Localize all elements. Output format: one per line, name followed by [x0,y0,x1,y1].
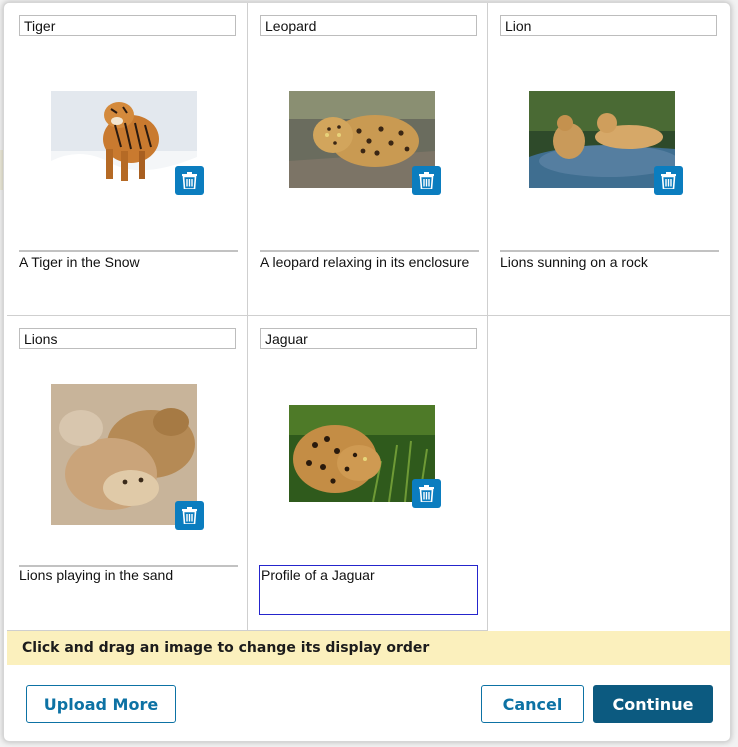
caption-field[interactable]: Profile of a Jaguar [259,565,478,615]
caption-divider [260,250,479,252]
delete-button[interactable] [412,479,441,508]
continue-button[interactable]: Continue [593,685,713,723]
delete-button[interactable] [175,501,204,530]
title-input[interactable] [260,15,477,36]
caption-field[interactable]: A Tiger in the Snow [19,254,238,302]
trash-icon [419,172,434,189]
caption-field[interactable]: Lions playing in the sand [19,567,238,615]
caption-field[interactable]: Lions sunning on a rock [500,254,719,302]
trash-icon [182,507,197,524]
image-grid: A Tiger in the Snow [7,3,730,631]
trash-icon [661,172,676,189]
image-order-dialog: A Tiger in the Snow [3,2,731,742]
title-input[interactable] [19,328,236,349]
title-input[interactable] [500,15,717,36]
title-input[interactable] [260,328,477,349]
caption-divider [500,250,719,252]
upload-more-button[interactable]: Upload More [26,685,176,723]
image-card-tiger[interactable]: A Tiger in the Snow [7,3,248,316]
trash-icon [419,485,434,502]
delete-button[interactable] [175,166,204,195]
delete-button[interactable] [654,166,683,195]
title-input[interactable] [19,15,236,36]
image-card-lions[interactable]: Lions playing in the sand [7,316,248,631]
caption-divider [19,250,238,252]
cancel-button[interactable]: Cancel [481,685,584,723]
trash-icon [182,172,197,189]
delete-button[interactable] [412,166,441,195]
image-card-jaguar[interactable]: Profile of a Jaguar [248,316,488,631]
empty-slot [488,316,730,631]
image-card-lion[interactable]: Lions sunning on a rock [488,3,730,316]
image-card-leopard[interactable]: A leopard relaxing in its enclosure [248,3,488,316]
drag-hint: Click and drag an image to change its di… [7,631,730,665]
caption-field[interactable]: A leopard relaxing in its enclosure [260,254,479,302]
